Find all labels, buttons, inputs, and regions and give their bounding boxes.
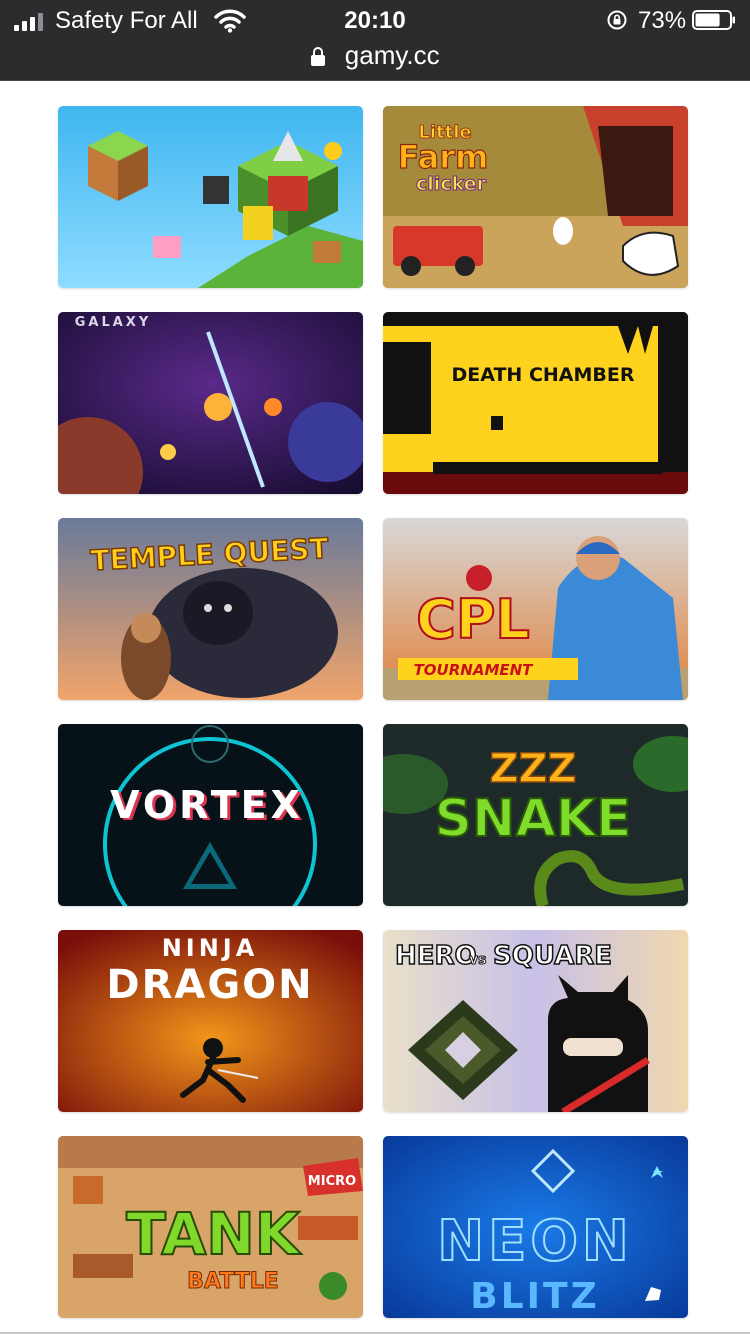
- game-thumbnail: HERO vs SQUARE: [383, 930, 688, 1112]
- game-thumbnail: VORTEX VORTEX: [58, 724, 363, 906]
- game-grid: Little Farm clicker GALAXY DEATH CHAMBER…: [58, 106, 688, 1318]
- tile-title-line1: HERO: [395, 941, 477, 971]
- game-tile-micro-tank-battle[interactable]: MICRO TANK BATTLE: [58, 1136, 363, 1318]
- game-tile-temple-quest[interactable]: TEMPLE QUEST: [58, 518, 363, 700]
- tile-title: VORTEX: [110, 783, 304, 827]
- game-tile-zzz-snake[interactable]: ZZZ SNAKE: [383, 724, 688, 906]
- tile-title-line2: DRAGON: [106, 962, 313, 1008]
- tile-title-line1: CPL: [416, 588, 530, 651]
- tile-title-line2: BLITZ: [470, 1276, 599, 1317]
- game-tile-vortex[interactable]: VORTEX VORTEX: [58, 724, 363, 906]
- tile-title: GALAXY: [75, 315, 152, 330]
- battery-percent: 73%: [638, 7, 687, 34]
- game-tile-ninja-dragon[interactable]: NINJA DRAGON: [58, 930, 363, 1112]
- tile-title-line3: BATTLE: [187, 1269, 279, 1294]
- tile-title-line2: TANK: [126, 1200, 301, 1268]
- orientation-lock-icon: [607, 10, 627, 30]
- game-tile-neon-blitz[interactable]: NEON BLITZ: [383, 1136, 688, 1318]
- game-tile-little-farm-clicker[interactable]: Little Farm clicker: [383, 106, 688, 288]
- game-thumbnail: GALAXY: [58, 312, 363, 494]
- game-thumbnail: NINJA DRAGON: [58, 930, 363, 1112]
- game-thumbnail: MICRO TANK BATTLE: [58, 1136, 363, 1318]
- tile-title-line2: SNAKE: [434, 789, 631, 849]
- game-thumbnail: [58, 106, 363, 288]
- game-tile-death-chamber[interactable]: DEATH CHAMBER: [383, 312, 688, 494]
- battery-icon: [692, 10, 735, 30]
- game-tile-cpl-tournament[interactable]: CPL TOURNAMENT: [383, 518, 688, 700]
- tile-title-line1: NINJA: [162, 934, 259, 962]
- tile-title-line2: TOURNAMENT: [414, 661, 535, 679]
- tile-title-line2: Farm: [398, 138, 489, 176]
- game-thumbnail: DEATH CHAMBER: [383, 312, 688, 494]
- game-thumbnail: ZZZ SNAKE: [383, 724, 688, 906]
- tile-title-line2: vs: [469, 952, 486, 968]
- game-tile-galaxy[interactable]: GALAXY: [58, 312, 363, 494]
- game-thumbnail: Little Farm clicker: [383, 106, 688, 288]
- tile-title: DEATH CHAMBER: [451, 364, 634, 386]
- tile-title-line3: clicker: [416, 173, 487, 195]
- game-thumbnail: TEMPLE QUEST: [58, 518, 363, 700]
- tile-title-line3: SQUARE: [493, 941, 612, 971]
- game-thumbnail: NEON BLITZ: [383, 1136, 688, 1318]
- address-bar[interactable]: gamy.cc: [0, 40, 750, 72]
- tile-title-line1: NEON: [437, 1209, 633, 1274]
- tile-title-line1: ZZZ: [489, 746, 576, 792]
- game-tile-hero-vs-square[interactable]: HERO vs SQUARE: [383, 930, 688, 1112]
- url-text: gamy.cc: [344, 40, 440, 70]
- status-bar: Safety For All 20:10 73% gamy.cc: [0, 0, 750, 81]
- game-tile-voxel-world[interactable]: [58, 106, 363, 288]
- game-thumbnail: CPL TOURNAMENT: [383, 518, 688, 700]
- tile-title-line1: MICRO: [308, 1174, 356, 1189]
- padlock-icon: [311, 46, 326, 66]
